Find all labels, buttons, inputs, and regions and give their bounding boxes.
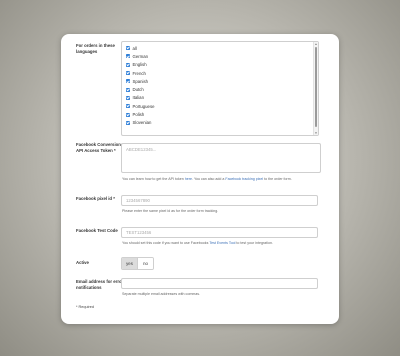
language-option-label: Portuguese xyxy=(132,103,155,109)
settings-form-card: For orders in these languages all German E… xyxy=(61,34,339,324)
checkbox-checked-icon[interactable] xyxy=(126,46,130,51)
api-token-help-link[interactable]: here xyxy=(185,177,192,181)
pixel-id-help: Please enter the same pixel id as for th… xyxy=(122,209,219,213)
access-token-textarea[interactable] xyxy=(121,143,321,173)
language-option[interactable]: Spanish xyxy=(126,77,318,85)
language-option[interactable]: English xyxy=(126,61,318,69)
language-option-label: German xyxy=(132,53,149,59)
language-option-label: English xyxy=(132,62,147,68)
language-option[interactable]: Italian xyxy=(126,94,318,102)
active-no-button[interactable]: no xyxy=(137,258,153,269)
checkbox-checked-icon[interactable] xyxy=(126,112,130,117)
language-option[interactable]: Dutch xyxy=(126,85,318,93)
checkbox-checked-icon[interactable] xyxy=(126,71,130,76)
access-token-help: You can learn how to get the API token h… xyxy=(122,177,292,181)
required-note: * Required xyxy=(76,305,94,309)
language-option-label: Slovenian xyxy=(132,120,152,126)
language-option[interactable]: Portuguese xyxy=(126,102,318,110)
test-code-input[interactable] xyxy=(121,227,318,238)
language-option-label: Spanish xyxy=(132,78,149,84)
languages-scrollbar[interactable]: ▲ ▼ xyxy=(313,42,318,135)
language-option-label: Dutch xyxy=(132,87,144,93)
checkbox-checked-icon[interactable] xyxy=(126,104,130,109)
languages-multiselect[interactable]: all German English French Spanish Dutch Italia… xyxy=(121,41,319,136)
language-option-label: Polish xyxy=(132,112,145,118)
language-option[interactable]: Polish xyxy=(126,110,318,118)
active-toggle[interactable]: yes no xyxy=(121,257,154,270)
language-option-label: all xyxy=(132,45,137,51)
checkbox-checked-icon[interactable] xyxy=(126,95,130,100)
checkbox-checked-icon[interactable] xyxy=(126,62,130,67)
checkbox-checked-icon[interactable] xyxy=(126,54,130,59)
checkbox-checked-icon[interactable] xyxy=(126,87,130,92)
error-email-input[interactable] xyxy=(121,278,318,289)
languages-list: all German English French Spanish Dutch Italia… xyxy=(122,42,318,127)
language-option[interactable]: Slovenian xyxy=(126,119,318,127)
test-events-tool-link[interactable]: Test Events Tool xyxy=(209,241,235,245)
checkbox-checked-icon[interactable] xyxy=(126,120,130,125)
checkbox-checked-icon[interactable] xyxy=(126,79,130,84)
scroll-thumb[interactable] xyxy=(314,47,317,127)
language-option[interactable]: German xyxy=(126,52,318,60)
language-option-label: French xyxy=(132,70,146,76)
active-yes-button[interactable]: yes xyxy=(122,258,137,269)
pixel-id-input[interactable] xyxy=(121,195,318,206)
error-email-help: Separate multiple email addresses with c… xyxy=(122,292,201,296)
language-option[interactable]: all xyxy=(126,44,318,52)
test-code-help: You should set this code if you want to … xyxy=(122,241,273,245)
language-option-label: Italian xyxy=(132,95,144,101)
facebook-tracking-pixel-link[interactable]: Facebook tracking pixel xyxy=(225,177,263,181)
scroll-down-arrow-icon[interactable]: ▼ xyxy=(315,131,318,135)
scroll-up-arrow-icon[interactable]: ▲ xyxy=(315,42,318,46)
language-option[interactable]: French xyxy=(126,69,318,77)
